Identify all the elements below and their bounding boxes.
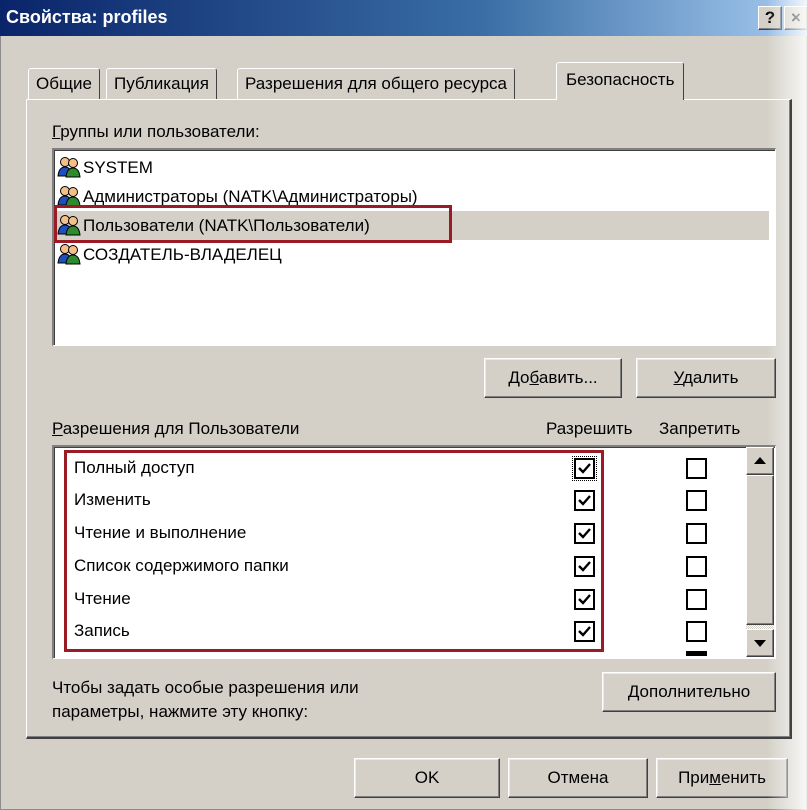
checkmark-icon bbox=[578, 594, 591, 605]
permission-row-read-execute: Чтение и выполнение bbox=[74, 523, 247, 542]
permissions-label: Разрешения для Пользователи bbox=[52, 419, 300, 438]
groups-list[interactable]: SYSTEM Администраторы (NATK\Администрато… bbox=[52, 148, 776, 346]
add-button[interactable]: Добавить... bbox=[484, 358, 622, 398]
permission-row-write: Запись bbox=[74, 621, 130, 640]
allow-read-execute-checkbox[interactable] bbox=[574, 523, 595, 544]
title-bar[interactable]: Свойства: profiles ? × bbox=[0, 0, 807, 36]
user-group-icon bbox=[57, 214, 81, 236]
allow-modify-checkbox[interactable] bbox=[574, 490, 595, 511]
groups-label: Группы или пользователи: bbox=[52, 122, 260, 141]
list-item-label: Администраторы (NATK\Администраторы) bbox=[83, 187, 418, 206]
user-group-icon bbox=[57, 243, 81, 265]
cancel-button[interactable]: Отмена bbox=[508, 758, 648, 798]
user-group-icon bbox=[57, 185, 81, 207]
permission-row-full-control: Полный доступ bbox=[74, 458, 195, 477]
list-item-users[interactable]: Пользователи (NATK\Пользователи) bbox=[57, 211, 769, 240]
checkmark-icon bbox=[578, 528, 591, 539]
permission-row-list-folder: Список содержимого папки bbox=[74, 556, 289, 575]
tab-share-permissions[interactable]: Разрешения для общего ресурса bbox=[237, 68, 515, 100]
apply-button[interactable]: Применить bbox=[656, 758, 788, 798]
list-item-administrators[interactable]: Администраторы (NATK\Администраторы) bbox=[57, 182, 769, 211]
allow-write-checkbox[interactable] bbox=[574, 621, 595, 642]
checkmark-icon bbox=[578, 626, 591, 637]
permissions-scrollbar[interactable] bbox=[746, 447, 774, 657]
window-title: Свойства: profiles bbox=[6, 7, 168, 27]
tab-security[interactable]: Безопасность bbox=[556, 62, 685, 100]
allow-list-folder-checkbox[interactable] bbox=[574, 556, 595, 577]
checkmark-icon bbox=[578, 495, 591, 506]
remove-button[interactable]: Удалить bbox=[636, 358, 776, 398]
allow-full-control-checkbox[interactable] bbox=[572, 456, 597, 481]
list-item-label: Пользователи (NATK\Пользователи) bbox=[83, 216, 370, 235]
scroll-down-button[interactable] bbox=[746, 629, 774, 657]
arrow-down-icon bbox=[754, 640, 766, 647]
list-item-label: СОЗДАТЕЛЬ-ВЛАДЕЛЕЦ bbox=[83, 245, 282, 264]
deny-column-header: Запретить bbox=[659, 419, 741, 438]
advanced-hint: Чтобы задать особые разрешения или парам… bbox=[52, 678, 359, 721]
deny-modify-checkbox[interactable] bbox=[686, 490, 707, 511]
scroll-thumb[interactable] bbox=[746, 475, 774, 625]
deny-write-checkbox[interactable] bbox=[686, 621, 707, 642]
deny-read-checkbox[interactable] bbox=[686, 589, 707, 610]
permission-row-read: Чтение bbox=[74, 589, 131, 608]
deny-read-execute-checkbox[interactable] bbox=[686, 523, 707, 544]
tab-publishing[interactable]: Публикация bbox=[106, 68, 218, 100]
checkmark-icon bbox=[578, 561, 591, 572]
deny-list-folder-checkbox[interactable] bbox=[686, 556, 707, 577]
list-item-system[interactable]: SYSTEM bbox=[57, 153, 769, 182]
checkmark-icon bbox=[578, 463, 591, 474]
list-item-creator-owner[interactable]: СОЗДАТЕЛЬ-ВЛАДЕЛЕЦ bbox=[57, 240, 769, 269]
close-button[interactable]: × bbox=[784, 6, 807, 30]
help-button[interactable]: ? bbox=[758, 6, 782, 30]
partial-next-checkbox bbox=[686, 651, 707, 656]
user-group-icon bbox=[57, 156, 81, 178]
list-item-label: SYSTEM bbox=[83, 158, 153, 177]
tab-general[interactable]: Общие bbox=[28, 68, 100, 100]
ok-button[interactable]: OK bbox=[354, 758, 500, 798]
properties-dialog: Свойства: profiles ? × Общие Публикация … bbox=[0, 0, 807, 810]
permission-row-modify: Изменить bbox=[74, 490, 151, 509]
deny-full-control-checkbox[interactable] bbox=[686, 458, 707, 479]
advanced-button[interactable]: Дополнительно bbox=[602, 672, 776, 712]
scroll-up-button[interactable] bbox=[746, 447, 774, 475]
allow-read-checkbox[interactable] bbox=[574, 589, 595, 610]
arrow-up-icon bbox=[754, 457, 766, 464]
allow-column-header: Разрешить bbox=[546, 419, 633, 438]
